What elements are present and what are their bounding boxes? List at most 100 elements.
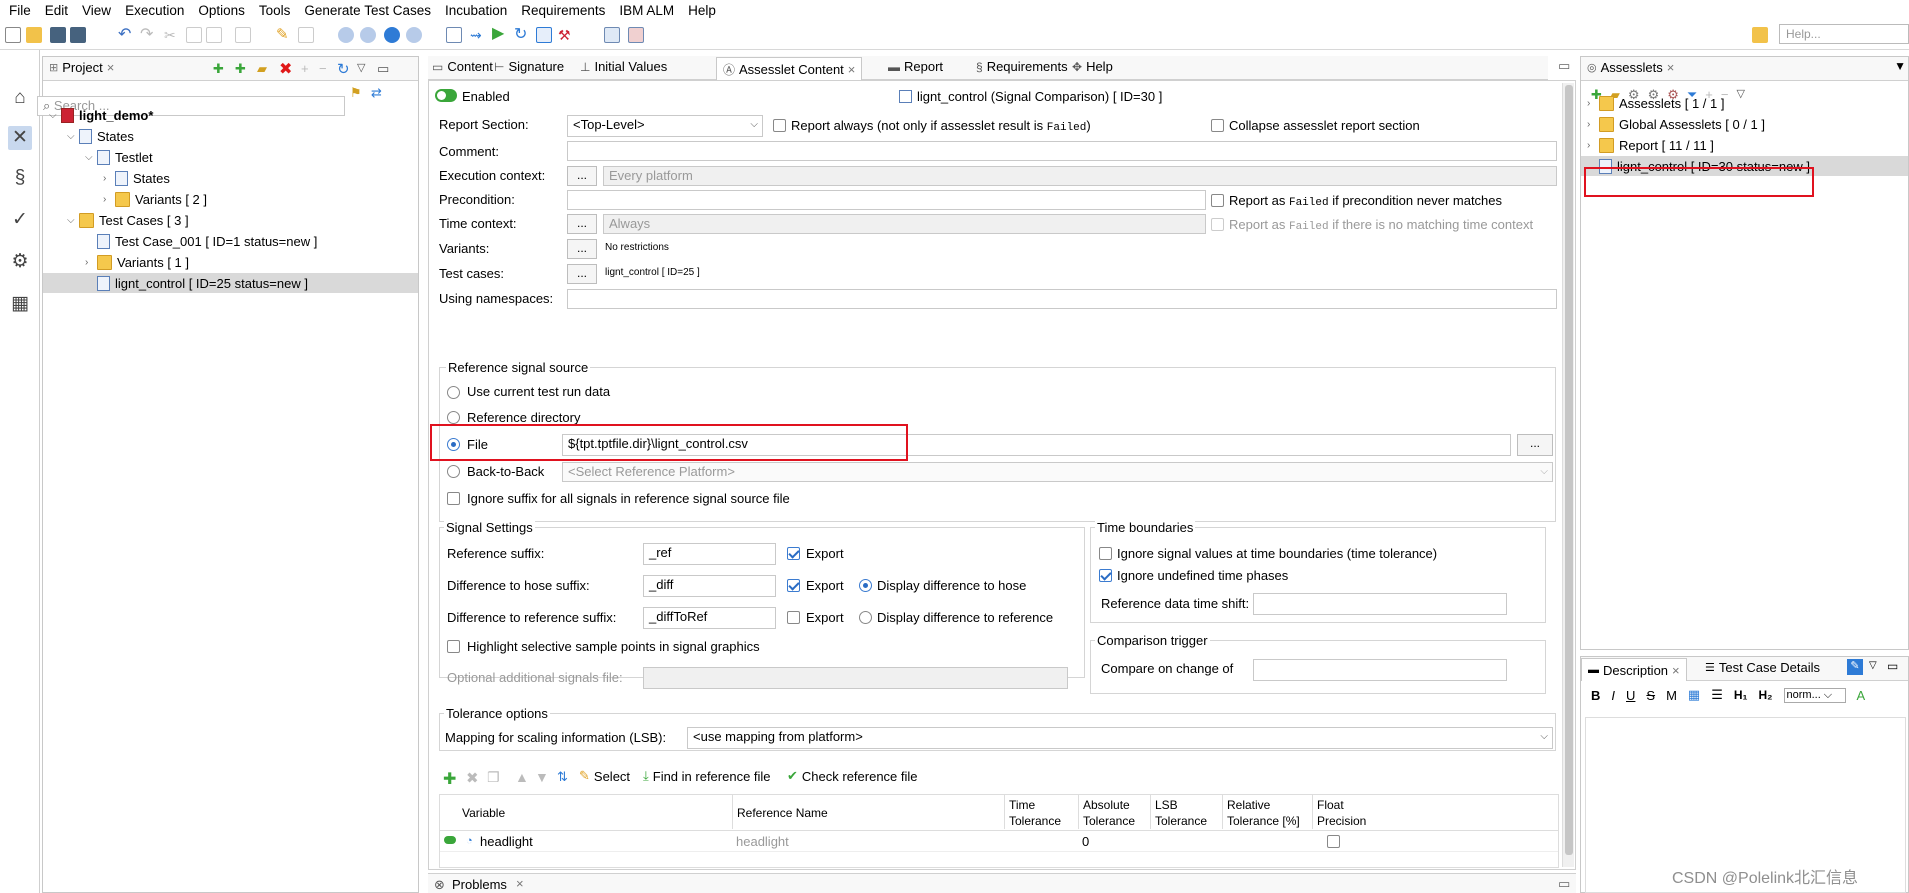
view-menu-icon[interactable]: ▼: [1894, 59, 1906, 73]
paste-icon[interactable]: [206, 27, 222, 43]
table-icon[interactable]: ▦: [1688, 687, 1700, 703]
menu-view[interactable]: View: [75, 3, 118, 18]
delete-icon[interactable]: ✖: [279, 59, 292, 79]
nav-back-icon[interactable]: [360, 27, 376, 43]
diff-ref-input[interactable]: _diffToRef: [643, 607, 776, 629]
cell-absolute[interactable]: 0: [1082, 834, 1089, 849]
ignore-values-checkbox[interactable]: [1099, 547, 1112, 560]
select-button[interactable]: ✎ Select: [579, 768, 630, 784]
minimize-icon[interactable]: ▭: [377, 61, 389, 77]
save-icon[interactable]: [50, 27, 66, 43]
test-cases-button[interactable]: ...: [567, 264, 597, 284]
heading2-icon[interactable]: H₂: [1759, 688, 1773, 702]
menu-incubation[interactable]: Incubation: [438, 3, 514, 18]
close-icon[interactable]: ×: [848, 62, 856, 77]
new-file-icon[interactable]: [5, 27, 21, 43]
edit-icon[interactable]: ✎: [276, 27, 292, 43]
time-shift-input[interactable]: [1253, 593, 1507, 615]
column-header[interactable]: Absolute Tolerance: [1078, 795, 1135, 829]
open-folder-icon[interactable]: [26, 27, 42, 43]
config-icon[interactable]: [604, 27, 620, 43]
display-ref-radio[interactable]: [859, 611, 872, 624]
gear-bug-icon[interactable]: ⚙: [8, 250, 32, 274]
export-diff-ref-checkbox[interactable]: [787, 611, 800, 624]
export-diff-checkbox[interactable]: [787, 579, 800, 592]
chevron-down-icon[interactable]: ▽: [1869, 660, 1877, 671]
sync-icon[interactable]: ↻: [337, 60, 350, 78]
tools-perspective-icon[interactable]: ✕: [8, 126, 32, 150]
refresh-icon[interactable]: ↻: [514, 27, 530, 43]
nav-up-icon[interactable]: [338, 27, 354, 43]
scrollbar-thumb[interactable]: [1565, 85, 1573, 855]
build-icon[interactable]: [628, 27, 644, 43]
tab-assesslets[interactable]: ◎ Assesslets ×: [1587, 60, 1674, 75]
reference-platform-select[interactable]: <Select Reference Platform> ⌵: [562, 462, 1553, 482]
compare-on-change-input[interactable]: [1253, 659, 1507, 681]
add-icon[interactable]: ✚: [213, 61, 224, 77]
edit-icon[interactable]: ✎: [1847, 659, 1863, 675]
step-icon[interactable]: ⇝: [470, 27, 486, 43]
move-up-icon[interactable]: ▲: [515, 769, 529, 785]
add-folder-icon[interactable]: ▰: [257, 61, 267, 77]
column-header[interactable]: Float Precision: [1312, 795, 1366, 829]
check-reference-button[interactable]: ✔ Check reference file: [787, 768, 918, 784]
assesslet-tree-item[interactable]: › Report [ 11 / 11 ]: [1581, 135, 1908, 155]
variants-button[interactable]: ...: [567, 239, 597, 259]
help-search-input[interactable]: Help...: [1779, 24, 1909, 44]
mapping-select[interactable]: <use mapping from platform> ⌵: [687, 727, 1553, 749]
maximize-icon[interactable]: ▭: [1558, 58, 1570, 74]
back-to-back-radio[interactable]: [447, 465, 460, 478]
comment-input[interactable]: [567, 141, 1557, 161]
menu-execution[interactable]: Execution: [118, 3, 191, 18]
tab-description[interactable]: ▬ Description ×: [1581, 658, 1687, 681]
use-current-radio[interactable]: [447, 386, 460, 399]
menu-generate-test-cases[interactable]: Generate Test Cases: [297, 3, 438, 18]
column-header[interactable]: Time Tolerance: [1004, 795, 1061, 829]
menu-requirements[interactable]: Requirements: [514, 3, 612, 18]
cell-reference[interactable]: headlight: [736, 834, 789, 849]
find-in-reference-button[interactable]: ⤓ Find in reference file: [643, 768, 771, 784]
filter-icon[interactable]: ⚑: [350, 85, 364, 100]
link-icon[interactable]: ⇄: [371, 85, 385, 100]
text-color-icon[interactable]: A: [1857, 688, 1866, 703]
collapse-icon[interactable]: −: [319, 61, 327, 76]
tree-toggle-icon[interactable]: ›: [1587, 119, 1599, 130]
execution-context-button[interactable]: ...: [567, 166, 597, 186]
tab-problems[interactable]: Problems: [452, 877, 507, 892]
copy-row-icon[interactable]: ❐: [487, 769, 500, 786]
close-icon[interactable]: ×: [107, 60, 115, 75]
save-all-icon[interactable]: [70, 27, 86, 43]
tree-toggle-icon[interactable]: ›: [85, 257, 97, 268]
report-section-select[interactable]: <Top-Level> ⌵: [567, 115, 763, 137]
tree-item[interactable]: ⌵ Testlet: [43, 147, 418, 167]
tab-signature[interactable]: ⊢ Signature: [494, 59, 564, 74]
cut-icon[interactable]: ✂: [164, 27, 180, 43]
tab-requirements[interactable]: § Requirements: [976, 59, 1068, 74]
export-ref-checkbox[interactable]: [787, 547, 800, 560]
editor-scrollbar[interactable]: [1562, 83, 1574, 867]
ignore-undefined-checkbox[interactable]: [1099, 569, 1112, 582]
tab-project[interactable]: ⊞ Project ×: [49, 60, 114, 75]
tree-item[interactable]: lignt_control [ ID=25 status=new ]: [43, 273, 418, 293]
tree-item[interactable]: Test Case_001 [ ID=1 status=new ]: [43, 231, 418, 251]
tree-toggle-icon[interactable]: ⌵: [67, 131, 79, 142]
italic-icon[interactable]: I: [1611, 688, 1615, 703]
tree-item[interactable]: › States: [43, 168, 418, 188]
underline-icon[interactable]: U: [1626, 688, 1635, 703]
run-icon[interactable]: ▶: [492, 26, 508, 42]
strikethrough-icon[interactable]: S: [1646, 688, 1655, 703]
column-header[interactable]: Relative Tolerance [%]: [1222, 795, 1300, 829]
column-header[interactable]: LSB Tolerance: [1150, 795, 1207, 829]
close-icon[interactable]: ×: [1667, 60, 1675, 75]
menu-options[interactable]: Options: [191, 3, 252, 18]
cell-variable[interactable]: headlight: [480, 834, 533, 849]
tree-toggle-icon[interactable]: ⌵: [67, 215, 79, 226]
add-item-icon[interactable]: ✚: [235, 61, 246, 77]
minimize-icon[interactable]: ▭: [1887, 659, 1898, 673]
tree-toggle-icon[interactable]: ⌵: [85, 152, 97, 163]
ignore-suffix-checkbox[interactable]: [447, 492, 460, 505]
close-icon[interactable]: ×: [1672, 663, 1680, 678]
maximize-icon[interactable]: ▭: [1558, 876, 1570, 892]
optional-signals-input[interactable]: [643, 667, 1068, 689]
delete-icon[interactable]: [235, 27, 251, 43]
